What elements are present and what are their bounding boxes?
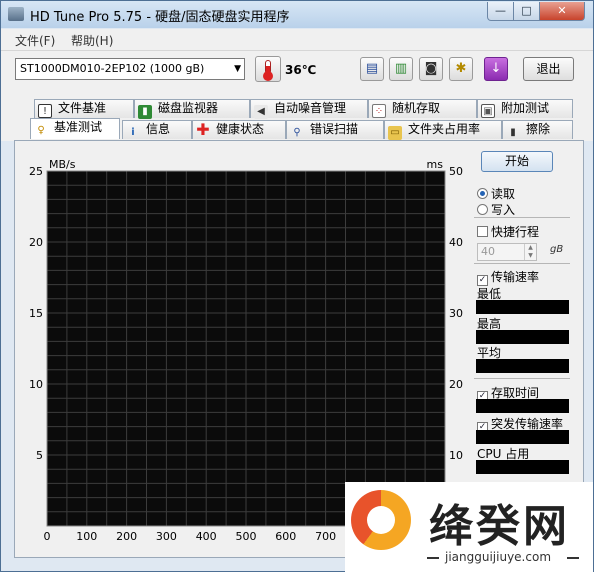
x-tick-label: 700 (315, 530, 336, 543)
max-value-field (476, 330, 569, 344)
menu-bar: 文件(F) 帮助(H) (1, 29, 593, 51)
window-title: HD Tune Pro 5.75 - 硬盘/固态硬盘实用程序 (30, 10, 290, 25)
y-right-unit-label: ms (427, 158, 444, 171)
y-left-tick-label: 25 (29, 165, 43, 178)
min-value-field (476, 300, 569, 314)
maximize-button[interactable]: □ (513, 2, 540, 21)
tab-erase[interactable]: ▮ 擦除 (502, 120, 573, 139)
x-tick-label: 400 (196, 530, 217, 543)
burst-rate-field (476, 430, 569, 444)
trash-icon: ▮ (510, 127, 516, 138)
radio-write[interactable]: 写入 (477, 201, 515, 218)
chevron-down-icon: ▼ (234, 64, 241, 74)
y-right-tick-label: 10 (449, 449, 463, 462)
spinner-arrows-icon[interactable]: ▲ ▼ (524, 244, 536, 260)
tab-health[interactable]: ✚ 健康状态 (192, 120, 286, 139)
x-tick-label: 200 (116, 530, 137, 543)
watermark-line-left (427, 557, 439, 559)
y-right-tick-label: 30 (449, 307, 463, 320)
watermark-url: jiangguijiuye.com (445, 550, 552, 564)
temperature-value: 36℃ (285, 63, 317, 77)
x-tick-label: 600 (275, 530, 296, 543)
close-button[interactable]: ✕ (539, 2, 585, 21)
checkbox-quick-stroke-box (477, 226, 488, 237)
minimize-button[interactable]: — (487, 2, 514, 21)
speaker-icon: ◀ (254, 105, 268, 119)
y-right-tick-label: 50 (449, 165, 463, 178)
quick-stroke-spinner[interactable]: 40 ▲ ▼ (477, 243, 537, 261)
drive-select[interactable]: ST1000DM010-2EP102 (1000 gB) ▼ (15, 58, 245, 80)
x-tick-label: 100 (76, 530, 97, 543)
separator (474, 263, 570, 264)
info-icon: i (131, 127, 135, 138)
y-right-tick-label: 20 (449, 378, 463, 391)
y-left-tick-label: 15 (29, 307, 43, 320)
folder-icon: ▭ (388, 126, 402, 140)
radio-read[interactable]: 读取 (477, 185, 515, 202)
copy-text-icon[interactable]: ▤ (360, 57, 384, 81)
checkbox-transfer-rate[interactable]: ✓ 传输速率 (477, 268, 539, 286)
download-icon[interactable]: ↓ (484, 57, 508, 81)
x-tick-label: 0 (44, 530, 51, 543)
disk-monitor-icon: ▮ (138, 105, 152, 119)
exit-button[interactable]: 退出 (523, 57, 574, 81)
quick-stroke-unit: gB (550, 244, 564, 255)
copy-screen-icon[interactable]: ▥ (389, 57, 413, 81)
radio-read-dot (477, 188, 488, 199)
watermark-title: 绛癸网 (429, 501, 570, 552)
y-right-tick-label: 40 (449, 236, 463, 249)
menu-help[interactable]: 帮助(H) (71, 32, 113, 49)
tab-file-benchmark[interactable]: ! 文件基准 (34, 99, 134, 118)
x-tick-label: 300 (156, 530, 177, 543)
title-bar: HD Tune Pro 5.75 - 硬盘/固态硬盘实用程序 — □ ✕ (1, 1, 593, 28)
extra-tests-icon: ▣ (481, 104, 495, 118)
tab-error-scan[interactable]: ⚲ 错误扫描 (286, 120, 384, 139)
tab-random-access[interactable]: ⁘ 随机存取 (368, 99, 477, 118)
thermometer-bulb (263, 71, 273, 81)
tab-strip: ! 文件基准 ▮ 磁盘监视器 ◀ 自动噪音管理 ⁘ 随机存取 ▣ 附加测试 ♀ 基准测试 i… (1, 89, 593, 141)
y-left-tick-label: 20 (29, 236, 43, 249)
avg-value-field (476, 359, 569, 373)
random-access-icon: ⁘ (372, 104, 386, 118)
cpu-usage-field (476, 460, 569, 474)
watermark-line-right (567, 557, 579, 559)
toolbar: ST1000DM010-2EP102 (1000 gB) ▼ 36℃ ▤ ▥ ◙… (1, 51, 593, 89)
y-left-unit-label: MB/s (49, 158, 76, 171)
file-benchmark-icon: ! (38, 104, 52, 118)
separator (474, 378, 570, 379)
magnifier-icon: ⚲ (293, 127, 301, 138)
tab-noise-management[interactable]: ◀ 自动噪音管理 (250, 99, 368, 119)
drive-select-value: ST1000DM010-2EP102 (1000 gB) (20, 62, 205, 75)
camera-icon[interactable]: ◙ (419, 57, 443, 81)
watermark: 绛癸网 jiangguijiuye.com (345, 482, 593, 572)
y-left-tick-label: 10 (29, 378, 43, 391)
app-icon (8, 7, 24, 21)
access-time-field (476, 399, 569, 413)
health-cross-icon: ✚ (196, 120, 210, 139)
menu-file[interactable]: 文件(F) (15, 32, 55, 49)
x-tick-label: 500 (236, 530, 257, 543)
benchmark-icon: ♀ (37, 125, 45, 136)
tab-extra-tests[interactable]: ▣ 附加测试 (477, 99, 573, 118)
y-left-tick-label: 5 (36, 449, 43, 462)
temperature-button[interactable] (255, 56, 281, 82)
radio-write-dot (477, 204, 488, 215)
settings-icon[interactable]: ✱ (449, 57, 473, 81)
watermark-logo-icon (351, 490, 411, 550)
tab-benchmark[interactable]: ♀ 基准测试 (30, 118, 120, 139)
tab-info[interactable]: i 信息 (122, 120, 192, 139)
tab-disk-monitor[interactable]: ▮ 磁盘监视器 (134, 99, 250, 119)
app-window: HD Tune Pro 5.75 - 硬盘/固态硬盘实用程序 — □ ✕ 文件(… (0, 0, 594, 572)
separator (474, 217, 570, 218)
tab-folder-usage[interactable]: ▭ 文件夹占用率 (384, 120, 502, 140)
start-button[interactable]: 开始 (481, 151, 553, 172)
checkbox-quick-stroke[interactable]: 快捷行程 (477, 223, 539, 240)
